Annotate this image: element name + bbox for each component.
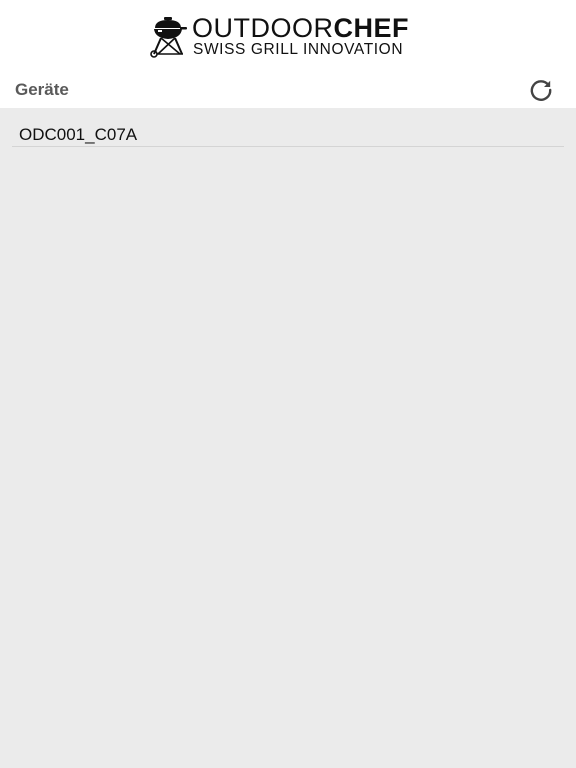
refresh-button[interactable]: [526, 76, 556, 104]
app-header: OUTDOORCHEF SWISS GRILL INNOVATION: [0, 0, 576, 70]
brand-tagline: SWISS GRILL INNOVATION: [193, 41, 404, 58]
device-name: ODC001_C07A: [19, 125, 138, 144]
grill-icon: [150, 17, 187, 58]
brand-logo: OUTDOORCHEF SWISS GRILL INNOVATION: [150, 14, 430, 60]
section-title: Geräte: [15, 80, 69, 99]
brand-name: OUTDOORCHEF: [192, 14, 409, 42]
brand-name-light: OUTDOOR: [192, 13, 334, 43]
refresh-icon: [530, 80, 552, 101]
devices-section-header: Geräte: [0, 70, 576, 108]
list-item-device[interactable]: ODC001_C07A: [12, 120, 564, 147]
brand-name-bold: CHEF: [333, 13, 409, 43]
